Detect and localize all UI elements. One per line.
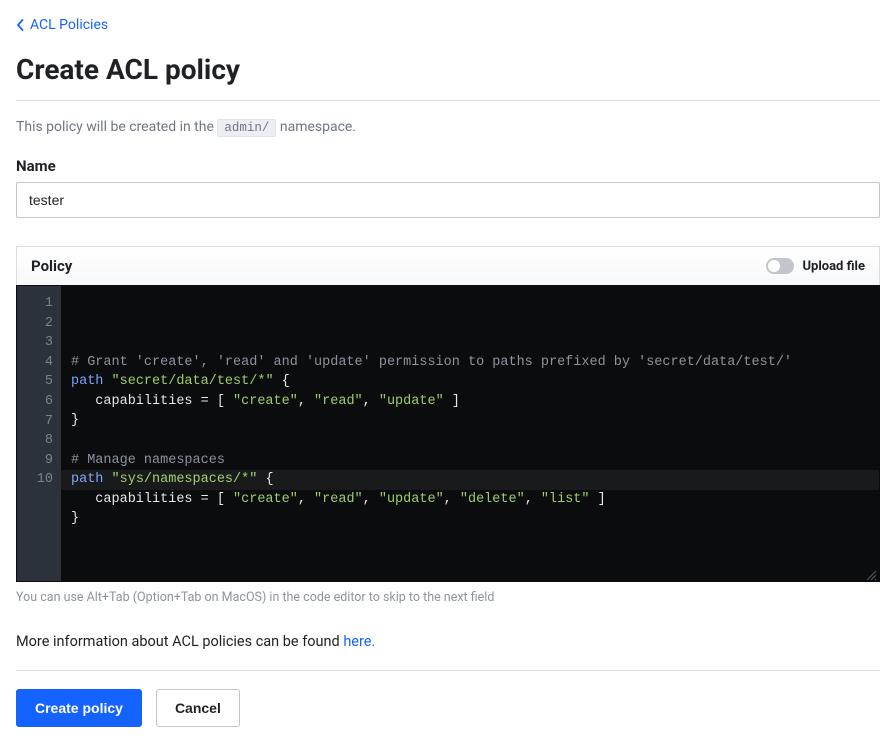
more-info: More information about ACL policies can … [16, 633, 880, 671]
editor-code[interactable]: # Grant 'create', 'read' and 'update' pe… [61, 286, 879, 581]
name-label: Name [16, 157, 880, 175]
namespace-code: admin/ [217, 119, 276, 137]
page-title: Create ACL policy [16, 53, 880, 101]
namespace-info: This policy will be created in the admin… [16, 119, 880, 135]
cancel-button[interactable]: Cancel [156, 689, 240, 727]
resize-handle-icon[interactable] [863, 567, 877, 581]
upload-file-label: Upload file [802, 259, 865, 274]
back-link-label: ACL Policies [30, 17, 108, 33]
upload-file-toggle[interactable] [766, 258, 794, 274]
create-policy-button[interactable]: Create policy [16, 689, 142, 727]
editor-gutter: 12345678910 [17, 286, 61, 581]
editor-hint: You can use Alt+Tab (Option+Tab on MacOS… [16, 590, 880, 605]
policy-header-label: Policy [31, 257, 72, 275]
name-input[interactable] [16, 182, 880, 218]
chevron-left-icon [16, 19, 24, 31]
back-link[interactable]: ACL Policies [16, 17, 108, 33]
policy-editor[interactable]: 12345678910 # Grant 'create', 'read' and… [16, 285, 880, 582]
more-info-link[interactable]: here. [343, 633, 375, 650]
policy-header: Policy Upload file [16, 246, 880, 285]
